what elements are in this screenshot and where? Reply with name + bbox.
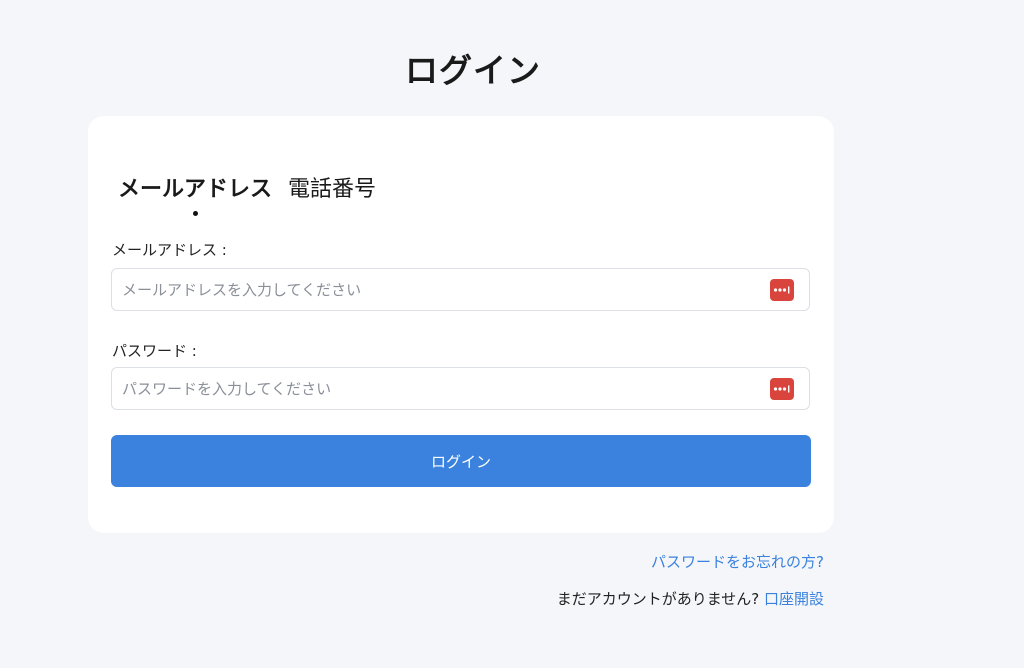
email-field[interactable] [112,269,742,310]
tab-phone[interactable]: 電話番号 [288,171,376,203]
no-account-text: まだアカウントがありません? [556,590,764,608]
login-button[interactable]: ログイン [111,435,811,487]
password-label: パスワード : [112,342,197,360]
password-manager-icon[interactable] [770,279,794,301]
login-method-tabs: メールアドレス 電話番号 [118,171,392,216]
forgot-password-link[interactable]: パスワードをお忘れの方? [651,551,824,572]
page-title: ログイン [405,51,541,90]
password-dots-icon [773,286,790,294]
password-field-wrapper [111,367,810,410]
open-account-link[interactable]: 口座開設 [764,590,824,608]
password-dots-icon [773,385,790,393]
password-field[interactable] [112,368,742,409]
email-field-wrapper [111,268,810,311]
signup-prompt: まだアカウントがありません? 口座開設 [557,588,824,609]
password-manager-icon[interactable] [770,378,794,400]
tab-email[interactable]: メールアドレス [118,171,272,216]
email-label: メールアドレス : [112,241,227,259]
login-card: メールアドレス 電話番号 メールアドレス : パスワード : ログイン [88,116,834,533]
